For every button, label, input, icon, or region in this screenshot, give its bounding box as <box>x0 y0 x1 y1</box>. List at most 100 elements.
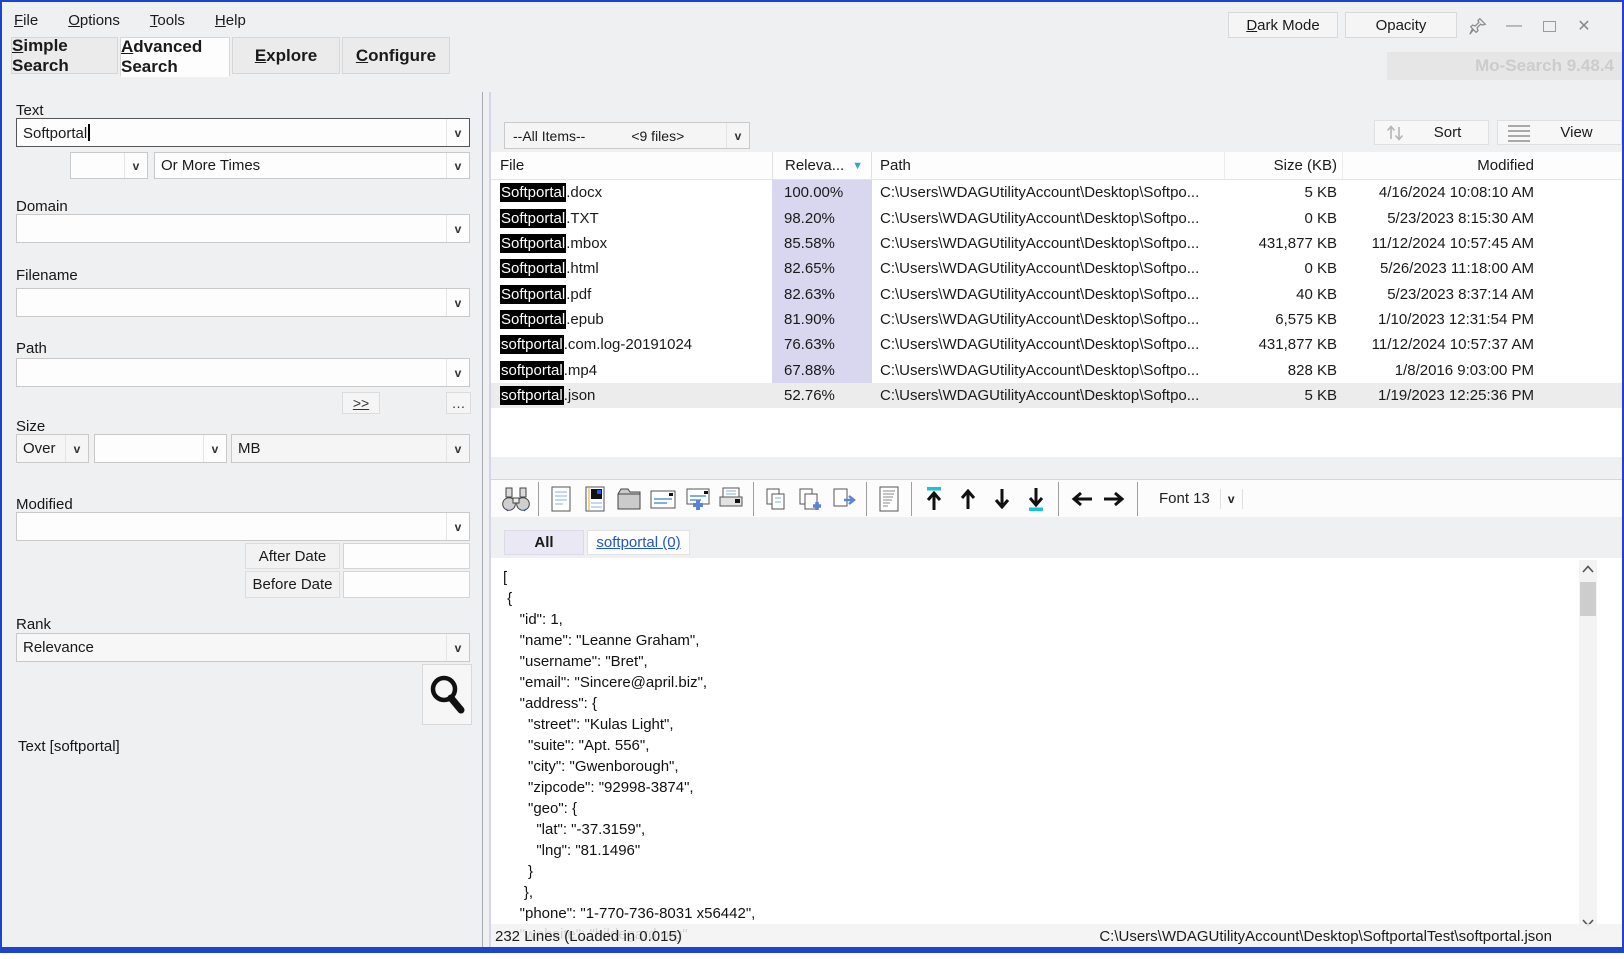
results-filter-select[interactable]: --All Items-- <9 files> v <box>504 122 750 149</box>
copy-button[interactable] <box>761 482 791 516</box>
toolbar-separator <box>911 481 912 516</box>
table-row[interactable]: Softportal .TXT 98.20% C:\Users\WDAGUtili… <box>491 205 1622 231</box>
table-row-selected[interactable]: softportal .json 52.76% C:\Users\WDAGUtil… <box>491 382 1622 409</box>
table-row[interactable]: Softportal .pdf 82.63% C:\Users\WDAGUtili… <box>491 281 1622 307</box>
text-dropdown-icon[interactable]: v <box>446 119 469 146</box>
sort-button[interactable]: Sort <box>1374 120 1489 145</box>
word-wrap-button[interactable] <box>874 482 904 516</box>
copy-append-button[interactable] <box>795 482 825 516</box>
view-text-button[interactable] <box>546 482 576 516</box>
table-row[interactable]: Softportal .mbox 85.58% C:\Users\WDAGUtil… <box>491 230 1622 257</box>
rank-dropdown-icon[interactable]: v <box>446 634 469 661</box>
view-button[interactable]: View <box>1497 120 1622 145</box>
before-date-button[interactable]: Before Date <box>245 571 340 598</box>
preview-scrollbar[interactable] <box>1579 560 1597 932</box>
modified-label: Modified <box>16 496 73 513</box>
path-dropdown-icon[interactable]: v <box>446 359 469 386</box>
tab-explore[interactable]: Explore <box>232 37 340 74</box>
match-mode-select[interactable]: Or More Times v <box>154 152 470 179</box>
menu-help[interactable]: Help <box>211 10 250 31</box>
export-button[interactable] <box>829 482 859 516</box>
column-header-modified[interactable]: Modified <box>1342 152 1542 179</box>
modified-dropdown-icon[interactable]: v <box>446 513 469 540</box>
menu-tools[interactable]: Tools <box>146 10 189 31</box>
column-header-file[interactable]: File <box>491 152 772 179</box>
size-unit-dropdown-icon[interactable]: v <box>446 435 469 462</box>
column-header-path[interactable]: Path <box>872 152 1224 179</box>
close-icon: ✕ <box>1577 18 1591 35</box>
table-row[interactable]: Softportal .html 82.65% C:\Users\WDAGUtil… <box>491 256 1622 282</box>
preview-toolbar: Font 13 v <box>491 479 1622 517</box>
rank-select[interactable]: Relevance v <box>16 633 470 662</box>
font-dropdown-icon[interactable]: v <box>1219 488 1243 509</box>
font-size-select[interactable]: Font 13 v <box>1159 488 1243 509</box>
print-button[interactable] <box>716 482 746 516</box>
go-down-button[interactable] <box>987 482 1017 516</box>
column-header-relevance[interactable]: Releva... ▼ <box>772 152 872 179</box>
size-operator-select[interactable]: Over v <box>16 434 89 463</box>
table-row[interactable]: Softportal .epub 81.90% C:\Users\WDAGUtil… <box>491 306 1622 333</box>
path-input[interactable]: v <box>16 358 470 387</box>
query-summary: Text [softportal] <box>18 738 120 755</box>
before-date-field[interactable] <box>343 571 470 598</box>
find-in-preview-button[interactable] <box>501 482 531 516</box>
match-mode-dropdown-icon[interactable]: v <box>446 153 469 178</box>
previous-match-button[interactable] <box>1066 482 1096 516</box>
email-button[interactable] <box>648 482 678 516</box>
folder-icon <box>617 488 641 509</box>
minimize-button[interactable]: — <box>1500 14 1528 38</box>
next-match-button[interactable] <box>1100 482 1130 516</box>
text-mode-select[interactable]: v <box>70 152 148 179</box>
browse-more-button[interactable]: … <box>446 392 471 414</box>
filename-label: Filename <box>16 267 78 284</box>
filename-input[interactable]: v <box>16 288 470 317</box>
tab-configure[interactable]: Configure <box>342 37 450 74</box>
size-value-input[interactable]: v <box>94 434 227 463</box>
table-row[interactable]: softportal .mp4 67.88% C:\Users\WDAGUtili… <box>491 357 1622 383</box>
table-row[interactable]: Softportal .docx 100.00% C:\Users\WDAGUti… <box>491 180 1622 206</box>
maximize-button[interactable] <box>1535 14 1563 38</box>
preview-content-pane[interactable]: [ { "id": 1, "name": "Leanne Graham", "u… <box>491 558 1622 947</box>
vertical-splitter[interactable] <box>482 92 483 947</box>
scrollbar-thumb[interactable] <box>1580 582 1596 616</box>
scrollbar-up-button[interactable] <box>1579 560 1597 578</box>
after-date-field[interactable] <box>343 543 470 569</box>
expand-panel-button[interactable]: >> <box>342 392 380 414</box>
after-date-button[interactable]: After Date <box>245 543 340 569</box>
tab-advanced-search[interactable]: Advanced Search <box>120 37 230 77</box>
column-header-size[interactable]: Size (KB) <box>1224 152 1342 179</box>
dark-mode-button[interactable]: Dark Mode <box>1228 12 1338 38</box>
domain-dropdown-icon[interactable]: v <box>446 215 469 242</box>
table-row[interactable]: softportal .com.log-20191024 76.63% C:\Us… <box>491 332 1622 358</box>
search-button[interactable] <box>422 664 472 725</box>
results-filter-dropdown-icon[interactable]: v <box>726 123 749 148</box>
tab-simple-search[interactable]: Simple Search <box>11 36 118 75</box>
open-folder-button[interactable] <box>614 482 644 516</box>
current-file-path: C:\Users\WDAGUtilityAccount\Desktop\Soft… <box>1099 927 1552 945</box>
modified-input[interactable]: v <box>16 512 470 541</box>
text-mode-dropdown-icon[interactable]: v <box>124 153 147 178</box>
rank-label: Rank <box>16 616 52 633</box>
size-value-dropdown-icon[interactable]: v <box>203 435 226 462</box>
preview-tab-all[interactable]: All <box>504 530 584 555</box>
size-unit-select[interactable]: MB v <box>231 434 470 463</box>
go-bottom-button[interactable] <box>1021 482 1051 516</box>
text-input[interactable]: Softportal v <box>16 118 470 147</box>
close-button[interactable]: ✕ <box>1570 14 1598 38</box>
menu-file[interactable]: File <box>10 10 42 31</box>
view-formatted-button[interactable] <box>580 482 610 516</box>
go-up-button[interactable] <box>953 482 983 516</box>
email-add-button[interactable] <box>682 482 712 516</box>
pin-button[interactable] <box>1464 14 1492 38</box>
go-top-button[interactable] <box>919 482 949 516</box>
sort-descending-icon: ▼ <box>852 159 863 172</box>
email-icon <box>650 490 676 508</box>
binoculars-icon <box>502 487 530 511</box>
menu-options[interactable]: Options <box>64 10 124 31</box>
opacity-button[interactable]: Opacity <box>1345 12 1457 38</box>
preview-tab-softportal[interactable]: softportal (0) <box>587 530 690 555</box>
size-operator-dropdown-icon[interactable]: v <box>65 435 88 462</box>
domain-input[interactable]: v <box>16 214 470 243</box>
filename-dropdown-icon[interactable]: v <box>446 289 469 316</box>
arrow-right-icon <box>1104 491 1125 506</box>
